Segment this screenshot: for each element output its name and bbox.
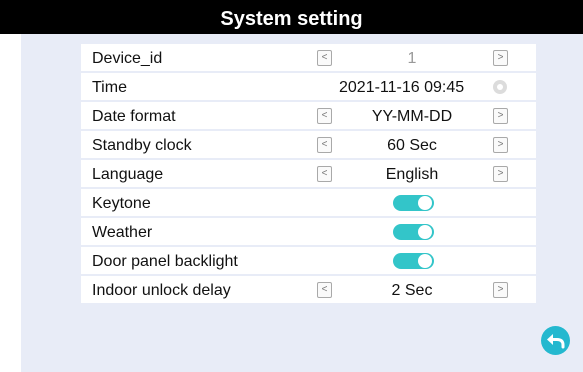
- device-id-label: Device_id: [92, 50, 163, 67]
- setting-row-language: Language < English >: [81, 160, 536, 187]
- back-arrow-icon: [547, 334, 565, 349]
- language-label: Language: [92, 166, 164, 183]
- keytone-toggle[interactable]: [393, 195, 434, 211]
- settings-list: Device_id < 1 > Time 2021-11-16 09:45 Da…: [81, 44, 536, 305]
- setting-row-standby-clock: Standby clock < 60 Sec >: [81, 131, 536, 158]
- back-button[interactable]: [541, 326, 570, 355]
- device-id-decrease-button[interactable]: <: [317, 50, 332, 66]
- door-panel-backlight-toggle[interactable]: [393, 253, 434, 269]
- date-format-previous-button[interactable]: <: [317, 108, 332, 124]
- toggle-knob: [418, 196, 432, 210]
- weather-toggle[interactable]: [393, 224, 434, 240]
- time-value: 2021-11-16 09:45: [339, 79, 465, 96]
- device-id-increase-button[interactable]: >: [493, 50, 508, 66]
- standby-clock-increase-button[interactable]: >: [493, 137, 508, 153]
- settings-screen: System setting Device_id < 1 > Time 2021…: [0, 0, 583, 372]
- page-title: System setting: [220, 8, 363, 30]
- gear-icon[interactable]: [493, 80, 507, 94]
- standby-clock-decrease-button[interactable]: <: [317, 137, 332, 153]
- header-bar: System setting: [0, 0, 583, 34]
- date-format-label: Date format: [92, 108, 176, 125]
- keytone-label: Keytone: [92, 195, 151, 212]
- language-value: English: [385, 166, 439, 183]
- language-next-button[interactable]: >: [493, 166, 508, 182]
- setting-row-date-format: Date format < YY-MM-DD >: [81, 102, 536, 129]
- device-id-value: 1: [407, 50, 417, 67]
- date-format-value: YY-MM-DD: [371, 108, 453, 125]
- settings-background: Device_id < 1 > Time 2021-11-16 09:45 Da…: [21, 34, 583, 372]
- setting-row-weather: Weather: [81, 218, 536, 245]
- weather-label: Weather: [92, 224, 153, 241]
- date-format-next-button[interactable]: >: [493, 108, 508, 124]
- indoor-unlock-delay-label: Indoor unlock delay: [92, 282, 231, 299]
- language-previous-button[interactable]: <: [317, 166, 332, 182]
- indoor-unlock-delay-value: 2 Sec: [391, 282, 433, 299]
- standby-clock-label: Standby clock: [92, 137, 192, 154]
- setting-row-keytone: Keytone: [81, 189, 536, 216]
- setting-row-indoor-unlock-delay: Indoor unlock delay < 2 Sec >: [81, 276, 536, 303]
- standby-clock-value: 60 Sec: [387, 137, 437, 154]
- toggle-knob: [418, 225, 432, 239]
- time-label: Time: [92, 79, 127, 96]
- door-panel-backlight-label: Door panel backlight: [92, 253, 238, 270]
- toggle-knob: [418, 254, 432, 268]
- indoor-unlock-delay-decrease-button[interactable]: <: [317, 282, 332, 298]
- setting-row-device-id: Device_id < 1 >: [81, 44, 536, 71]
- setting-row-time[interactable]: Time 2021-11-16 09:45: [81, 73, 536, 100]
- indoor-unlock-delay-increase-button[interactable]: >: [493, 282, 508, 298]
- setting-row-door-panel-backlight: Door panel backlight: [81, 247, 536, 274]
